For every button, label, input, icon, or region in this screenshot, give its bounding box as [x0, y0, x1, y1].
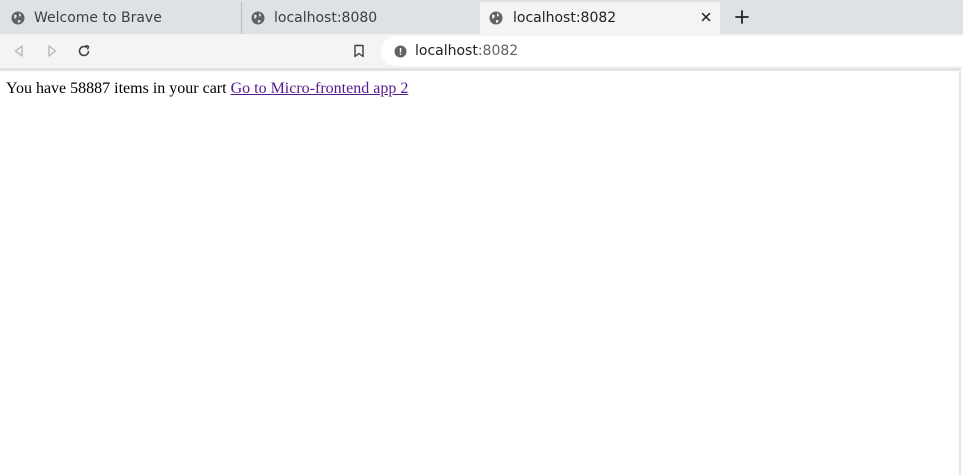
- cart-prefix: You have: [6, 80, 67, 97]
- tab-localhost-8080[interactable]: localhost:8080: [241, 2, 480, 34]
- cart-suffix: items in your cart: [114, 80, 227, 97]
- bookmark-icon: [354, 44, 364, 58]
- plus-icon: [735, 10, 749, 24]
- tab-welcome-to-brave[interactable]: Welcome to Brave: [0, 2, 241, 34]
- close-icon[interactable]: [698, 9, 714, 25]
- micro-frontend-app-2-link[interactable]: Go to Micro-frontend app 2: [231, 80, 409, 97]
- address-url: localhost:8082: [415, 43, 518, 59]
- address-bar[interactable]: localhost:8082: [381, 36, 963, 66]
- tab-title: localhost:8082: [513, 10, 617, 26]
- back-icon: [14, 45, 23, 57]
- url-port: :8082: [477, 43, 519, 59]
- cart-count: 58887: [70, 80, 111, 97]
- toolbar: localhost:8082: [0, 34, 963, 68]
- reload-icon: [78, 44, 90, 57]
- reload-button[interactable]: [75, 42, 93, 60]
- page-viewport: You have 58887 items in your cart Go to …: [0, 68, 961, 475]
- tab-title: localhost:8080: [274, 10, 378, 26]
- new-tab-button[interactable]: [733, 8, 751, 26]
- forward-icon: [48, 45, 57, 57]
- cart-message: You have 58887 items in your cart Go to …: [6, 80, 408, 98]
- tab-localhost-8082[interactable]: localhost:8082: [480, 2, 720, 34]
- globe-icon: [251, 11, 265, 25]
- forward-button[interactable]: [43, 42, 61, 60]
- globe-icon: [489, 11, 503, 25]
- back-button[interactable]: [10, 42, 28, 60]
- tab-title: Welcome to Brave: [34, 10, 162, 26]
- bookmark-button[interactable]: [350, 42, 368, 60]
- url-host: localhost: [415, 43, 478, 59]
- globe-icon: [11, 11, 25, 25]
- info-icon[interactable]: [393, 44, 407, 58]
- tab-strip: Welcome to Brave localhost:8080 localhos…: [0, 0, 963, 34]
